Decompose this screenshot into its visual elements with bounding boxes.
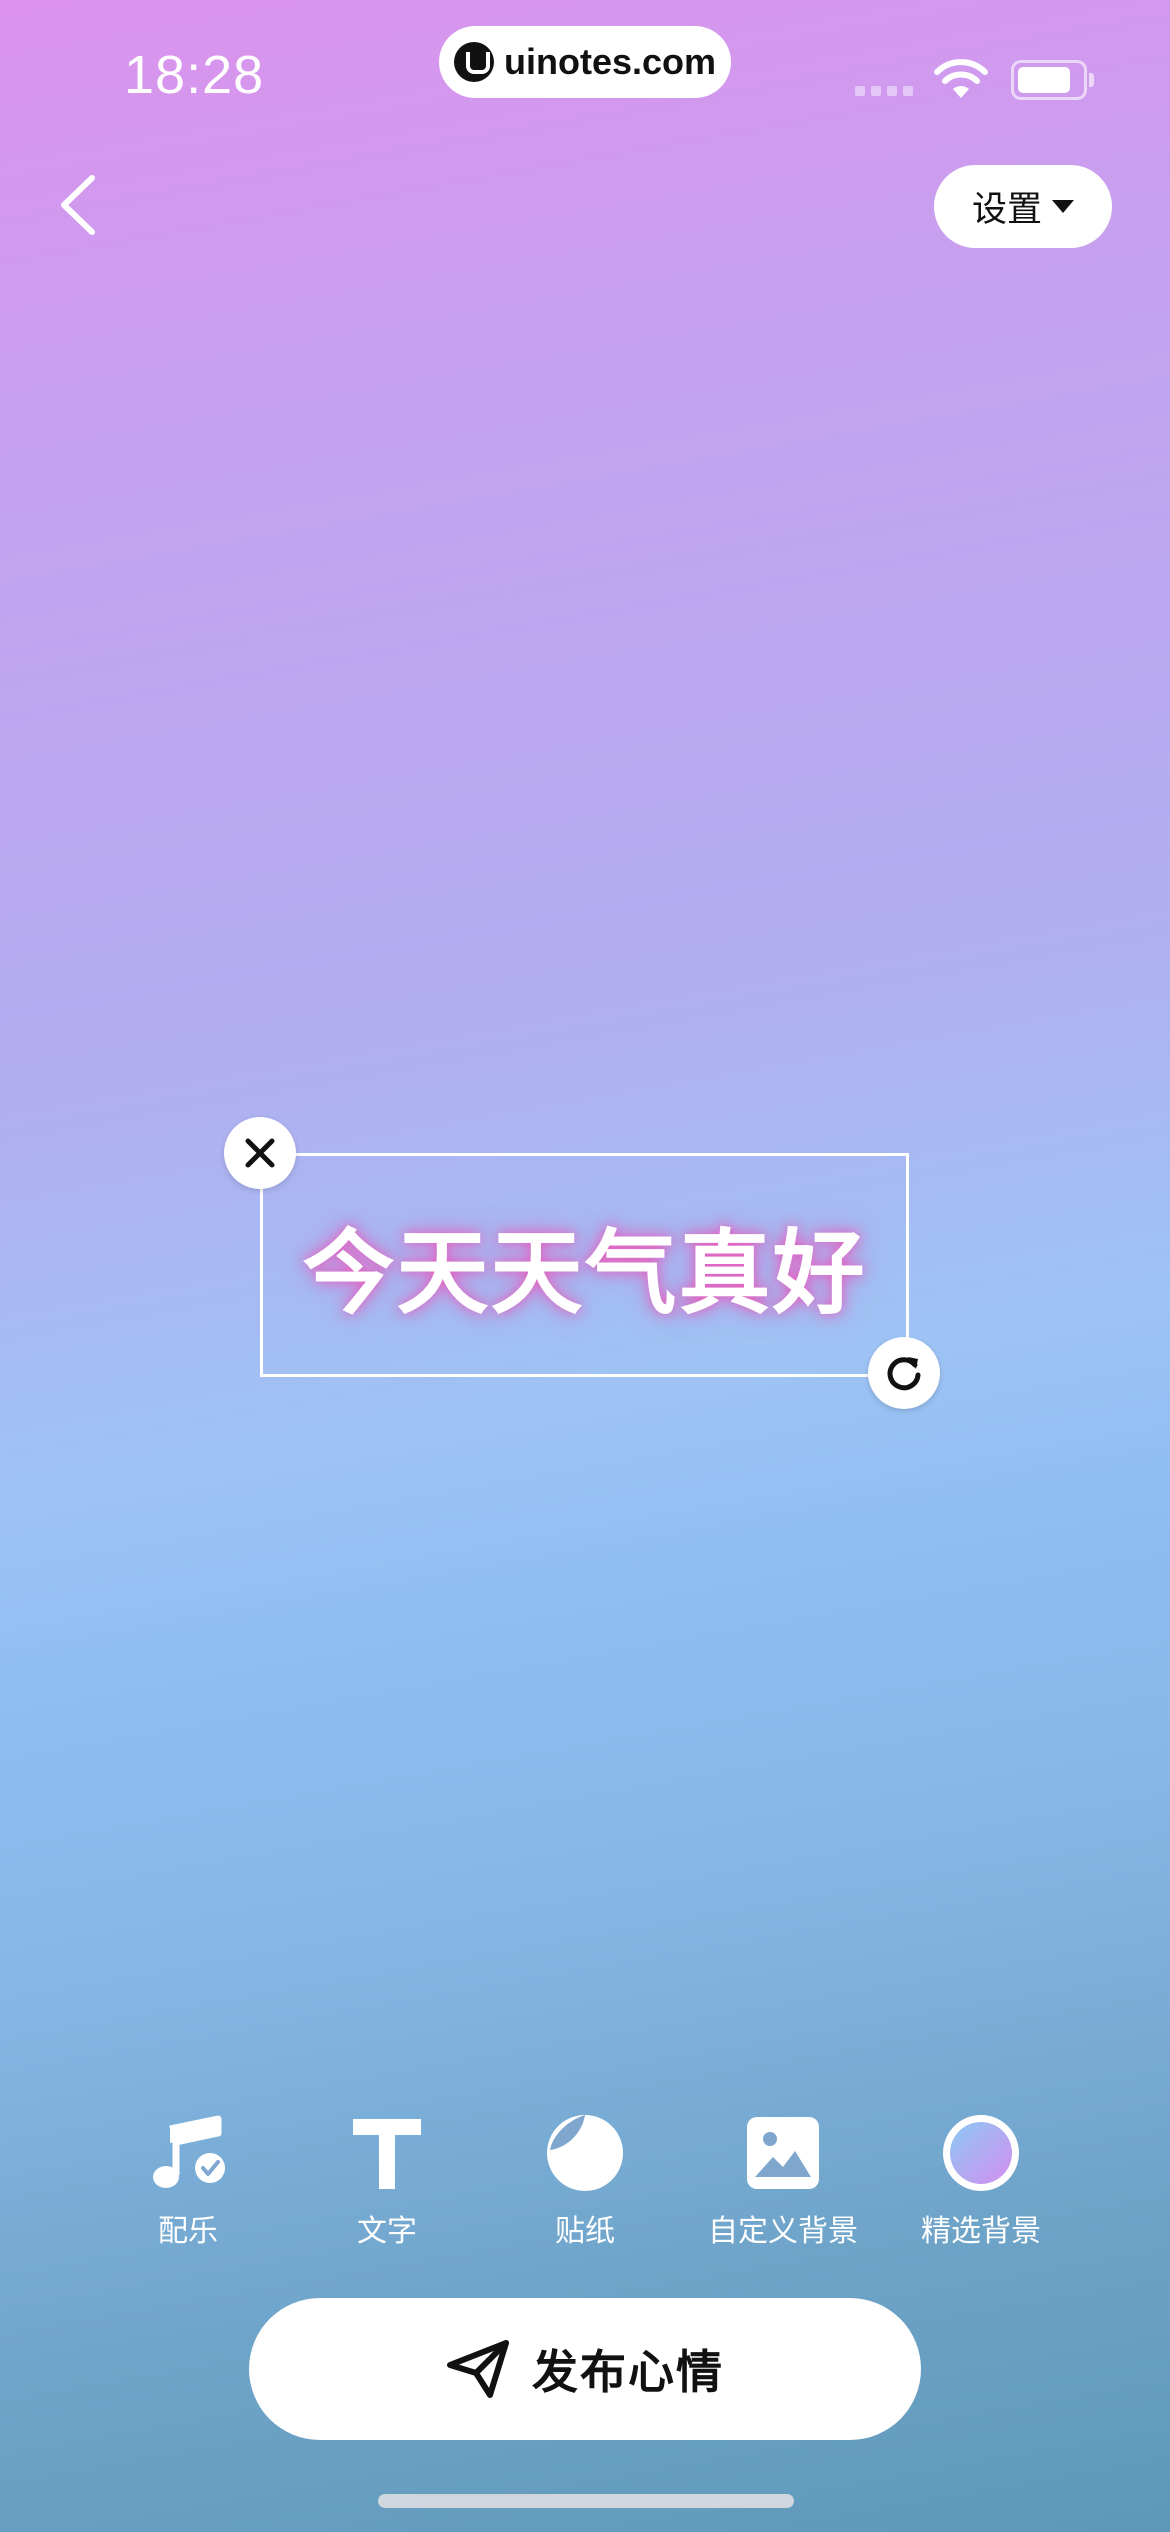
uinotes-logo-icon (453, 42, 494, 82)
delete-sticker-button[interactable] (224, 1117, 296, 1189)
toolbar-text-button[interactable]: 文字 (287, 2108, 487, 2250)
music-note-icon (153, 2115, 225, 2188)
toolbar-sticker-button[interactable]: 贴纸 (485, 2108, 685, 2250)
caret-down-icon (1052, 200, 1074, 213)
home-indicator[interactable] (378, 2494, 794, 2508)
text-sticker[interactable]: 今天天气真好 (260, 1153, 909, 1377)
gradient-circle-icon (943, 2115, 1019, 2191)
battery-icon (1011, 60, 1094, 100)
sticker-text[interactable]: 今天天气真好 (302, 1199, 866, 1332)
toolbar-sticker-label: 贴纸 (555, 2214, 615, 2249)
rotate-sticker-button[interactable] (868, 1337, 940, 1409)
settings-label: 设置 (971, 190, 1042, 230)
paper-plane-icon (447, 2340, 509, 2398)
close-icon (245, 1138, 275, 1168)
watermark-badge: uinotes.com (439, 26, 731, 98)
toolbar-featured-background-label: 精选背景 (921, 2214, 1041, 2249)
publish-mood-label: 发布心情 (532, 2345, 724, 2399)
rotate-icon (887, 1357, 921, 1391)
status-time: 18:28 (124, 45, 265, 105)
toolbar-custom-background-label: 自定义背景 (708, 2214, 858, 2249)
toolbar-custom-background-button[interactable]: 自定义背景 (683, 2108, 883, 2250)
toolbar-text-label: 文字 (357, 2214, 417, 2249)
toolbar-music-label: 配乐 (158, 2214, 218, 2249)
back-button[interactable] (50, 170, 110, 240)
publish-mood-button[interactable]: 发布心情 (249, 2298, 921, 2440)
settings-button[interactable]: 设置 (934, 165, 1112, 248)
text-t-icon (353, 2119, 421, 2189)
sticker-icon (547, 2115, 623, 2191)
image-icon (747, 2117, 819, 2189)
toolbar-music-button[interactable]: 配乐 (88, 2108, 288, 2250)
watermark-text: uinotes.com (503, 41, 717, 82)
toolbar-featured-background-button[interactable]: 精选背景 (881, 2108, 1081, 2250)
wifi-icon (934, 59, 988, 98)
chevron-left-icon (61, 175, 95, 235)
cellular-signal-icon (855, 86, 913, 96)
